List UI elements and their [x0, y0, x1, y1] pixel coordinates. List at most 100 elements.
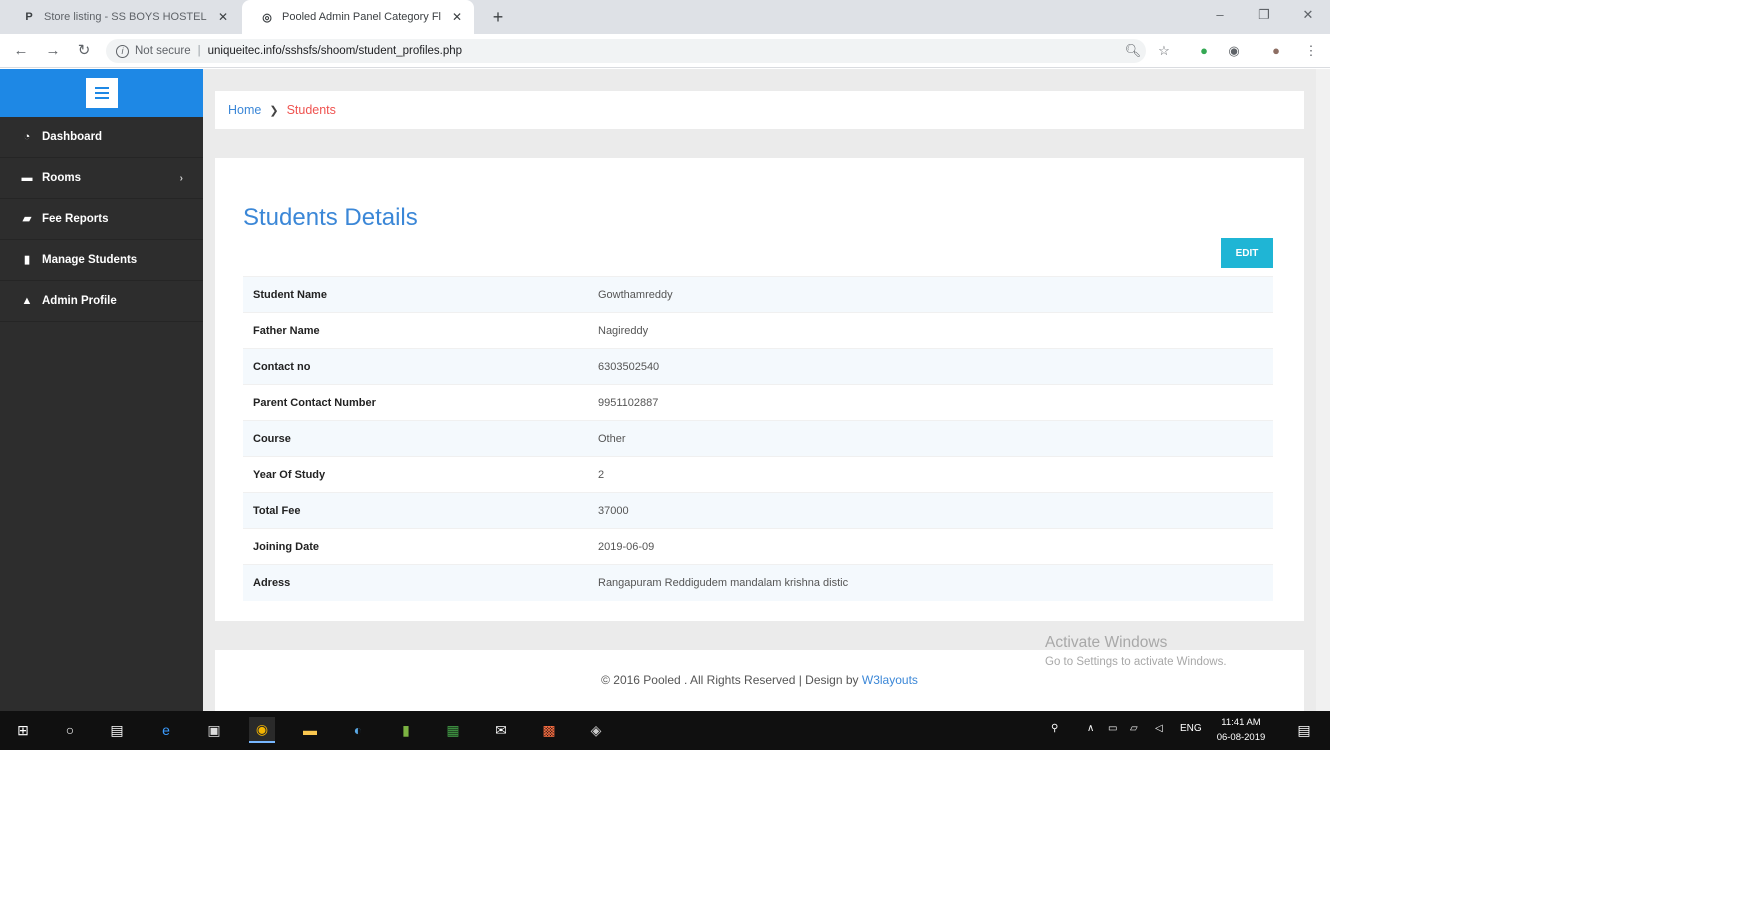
edit-button[interactable]: EDIT: [1221, 238, 1273, 268]
security-label: Not secure: [135, 45, 191, 57]
sidebar-item-rooms[interactable]: ▬ Rooms ›: [0, 158, 203, 199]
task-view-icon[interactable]: ▤: [104, 717, 130, 743]
close-tab-icon[interactable]: ✕: [216, 10, 230, 24]
scrollbar[interactable]: [1316, 69, 1330, 711]
row-label: Adress: [243, 564, 588, 601]
minimize-icon[interactable]: –: [1207, 4, 1233, 26]
table-row: Contact no 6303502540: [243, 348, 1273, 385]
clock-time: 11:41 AM: [1221, 717, 1261, 728]
browser-tab-strip: P Store listing - SS BOYS HOSTEL ✕ ◎ Poo…: [0, 0, 1330, 34]
extension-shield-icon[interactable]: ◉: [1225, 42, 1243, 60]
browser-toolbar: ← → ↻ i Not secure | uniqueitec.info/ssh…: [0, 34, 1330, 68]
student-details-table: Student Name Gowthamreddy Father Name Nagi…: [243, 276, 1273, 601]
window-close-icon[interactable]: ✕: [1295, 4, 1321, 26]
tab-title: Store listing - SS BOYS HOSTEL: [44, 11, 207, 23]
volume-icon[interactable]: ◁: [1155, 723, 1163, 734]
forward-icon[interactable]: →: [42, 40, 64, 62]
extension-icon[interactable]: ●: [1195, 42, 1213, 60]
row-value: 2019-06-09: [588, 528, 1273, 565]
app-icon[interactable]: ▩: [536, 717, 562, 743]
row-label: Total Fee: [243, 492, 588, 529]
breadcrumb-home-link[interactable]: Home: [228, 103, 261, 117]
main-content: Home ❯ Students Students Details EDIT St…: [203, 69, 1330, 711]
network-icon[interactable]: ▱: [1130, 723, 1138, 734]
sidebar-item-admin-profile[interactable]: ▲ Admin Profile: [0, 281, 203, 322]
browser-tab[interactable]: P Store listing - SS BOYS HOSTEL ✕: [4, 0, 240, 34]
activate-windows-watermark: Activate Windows Go to Settings to activ…: [1045, 634, 1227, 668]
reload-icon[interactable]: ↻: [73, 40, 95, 62]
row-label: Year Of Study: [243, 456, 588, 493]
mail-icon[interactable]: ✉: [488, 717, 514, 743]
sidebar-item-manage-students[interactable]: ▮ Manage Students: [0, 240, 203, 281]
folder-icon: ▬: [21, 172, 33, 184]
language-indicator[interactable]: ENG: [1180, 723, 1202, 734]
page-title: Students Details: [243, 204, 418, 231]
chrome-icon[interactable]: ◉: [249, 717, 275, 743]
row-label: Joining Date: [243, 528, 588, 565]
address-bar[interactable]: i Not secure | uniqueitec.info/sshsfs/sh…: [106, 39, 1146, 63]
profile-avatar-icon[interactable]: ●: [1267, 42, 1285, 60]
tray-chevron-icon[interactable]: ∧: [1087, 723, 1094, 734]
row-value: 6303502540: [588, 348, 1273, 385]
notifications-icon[interactable]: ▤: [1291, 717, 1317, 743]
table-row: Course Other: [243, 420, 1273, 457]
windows-start-icon[interactable]: ⊞: [10, 717, 36, 743]
table-row: Student Name Gowthamreddy: [243, 276, 1273, 313]
omnibox-separator: |: [197, 45, 201, 57]
dashboard-icon: ◔: [23, 131, 31, 143]
watermark-subtitle: Go to Settings to activate Windows.: [1045, 656, 1227, 668]
cortana-search-icon[interactable]: ○: [57, 717, 83, 743]
table-row: Year Of Study 2: [243, 456, 1273, 493]
designer-link[interactable]: W3layouts: [862, 673, 918, 687]
close-tab-icon[interactable]: ✕: [450, 10, 464, 24]
browser-tab-active[interactable]: ◎ Pooled Admin Panel Category Fl ✕: [242, 0, 474, 34]
sidebar-item-label: Admin Profile: [42, 295, 117, 307]
clock[interactable]: 11:41 AM 06-08-2019: [1213, 715, 1269, 745]
back-icon[interactable]: ←: [10, 40, 32, 62]
table-row: Adress Rangapuram Reddigudem mandalam kri…: [243, 564, 1273, 601]
app-icon[interactable]: ▦: [440, 717, 466, 743]
watermark-title: Activate Windows: [1045, 634, 1168, 651]
breadcrumb: Home ❯ Students: [215, 91, 1304, 129]
app-icon[interactable]: ◐: [345, 717, 371, 743]
sidebar-item-label: Rooms: [42, 172, 81, 184]
menu-kebab-icon[interactable]: ⋮: [1302, 42, 1320, 60]
row-label: Parent Contact Number: [243, 384, 588, 421]
edge-browser-icon[interactable]: e: [153, 717, 179, 743]
row-value: 9951102887: [588, 384, 1273, 421]
table-row: Parent Contact Number 9951102887: [243, 384, 1273, 421]
menu-toggle-icon[interactable]: [85, 78, 118, 108]
new-tab-icon[interactable]: +: [486, 5, 510, 29]
chevron-right-icon: ›: [179, 172, 183, 184]
row-label: Student Name: [243, 276, 588, 313]
store-icon[interactable]: ▣: [201, 717, 227, 743]
info-icon[interactable]: i: [116, 44, 129, 58]
page: ◔ Dashboard ▬ Rooms › ▰ Fee Reports ▮ Ma…: [0, 69, 1330, 711]
book-icon: ▰: [22, 213, 32, 225]
zoom-icon[interactable]: 🔍︎: [1124, 42, 1142, 60]
row-value: Gowthamreddy: [588, 276, 1273, 313]
sidebar-item-fee-reports[interactable]: ▰ Fee Reports: [0, 199, 203, 240]
clock-date: 06-08-2019: [1216, 732, 1266, 743]
row-value: Nagireddy: [588, 312, 1273, 349]
restore-icon[interactable]: ❐: [1251, 4, 1277, 26]
windows-taskbar: ⊞ ○ ▤ e ▣ ◉ ▬ ◐ ▮ ▦ ✉ ▩ ◈ ⚲ ∧ ▭ ▱ ◁ ENG …: [0, 711, 1330, 750]
url-text: uniqueitec.info/sshsfs/shoom/student_pro…: [207, 45, 463, 57]
notepad-app-icon[interactable]: ▮: [393, 717, 419, 743]
row-label: Father Name: [243, 312, 588, 349]
battery-icon[interactable]: ▭: [1108, 723, 1117, 734]
bookmark-star-icon[interactable]: ☆: [1155, 42, 1173, 60]
sidebar-item-dashboard[interactable]: ◔ Dashboard: [0, 117, 203, 158]
people-icon[interactable]: ⚲: [1051, 723, 1058, 734]
table-row: Joining Date 2019-06-09: [243, 528, 1273, 565]
details-panel: Students Details EDIT Student Name Gowtha…: [215, 158, 1304, 621]
copyright-text: © 2016 Pooled . All Rights Reserved | De…: [601, 673, 859, 687]
sidebar: ◔ Dashboard ▬ Rooms › ▰ Fee Reports ▮ Ma…: [0, 69, 203, 711]
app-icon[interactable]: ◈: [583, 717, 609, 743]
row-value: 2: [588, 456, 1273, 493]
sidebar-header: [0, 69, 203, 117]
footer-text: © 2016 Pooled . All Rights Reserved | De…: [215, 673, 1304, 687]
file-icon: ▮: [23, 254, 31, 266]
file-explorer-icon[interactable]: ▬: [297, 717, 323, 743]
sidebar-item-label: Dashboard: [42, 131, 103, 143]
